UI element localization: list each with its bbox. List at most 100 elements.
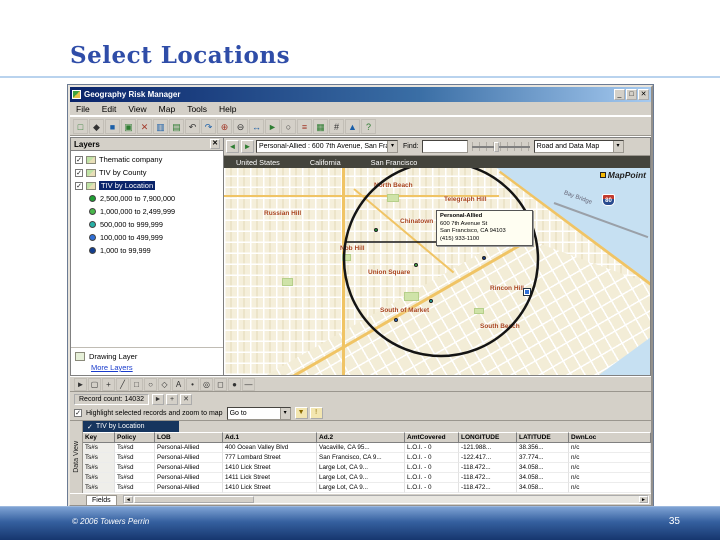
app-icon bbox=[72, 90, 81, 99]
line-icon[interactable]: ╱ bbox=[116, 377, 129, 391]
layer-item-tiv-by-location[interactable]: TIV by Location bbox=[71, 179, 223, 192]
checkbox-icon[interactable] bbox=[75, 168, 83, 177]
close-icon[interactable]: ✕ bbox=[210, 139, 220, 149]
scroll-left-icon[interactable] bbox=[123, 496, 133, 503]
menu-item[interactable]: Edit bbox=[96, 104, 123, 114]
zoom-in-icon[interactable]: ⊕ bbox=[217, 118, 232, 134]
menu-item[interactable]: Map bbox=[153, 104, 182, 114]
column-header[interactable]: LONGITUDE bbox=[459, 432, 517, 443]
paste-icon[interactable]: ▤ bbox=[169, 118, 184, 134]
chart-icon[interactable]: ▲ bbox=[345, 118, 360, 134]
undo-icon[interactable]: ↶ bbox=[185, 118, 200, 134]
find-input[interactable] bbox=[421, 140, 468, 153]
radius-icon[interactable]: ◎ bbox=[200, 377, 213, 391]
zoom-slider[interactable] bbox=[470, 140, 532, 153]
filter-icon[interactable]: ▼ bbox=[294, 407, 308, 419]
table-row[interactable]: Ts#s Ts#sd Personal-Allied 1411 Lick Street… bbox=[83, 473, 651, 483]
pan-hand-icon[interactable]: + bbox=[102, 377, 115, 391]
chevron-down-icon[interactable]: ▾ bbox=[612, 141, 623, 152]
menu-item[interactable]: View bbox=[122, 104, 152, 114]
cut-icon[interactable]: ✕ bbox=[137, 118, 152, 134]
more-layers-link[interactable]: More Layers bbox=[75, 363, 219, 372]
measure-icon[interactable]: — bbox=[242, 377, 255, 391]
copy-icon[interactable]: ▥ bbox=[153, 118, 168, 134]
menu-item[interactable]: Tools bbox=[181, 104, 213, 114]
map-icon[interactable]: ▦ bbox=[313, 118, 328, 134]
breadcrumb-item[interactable]: California bbox=[310, 158, 341, 167]
breadcrumb-item[interactable]: San Francisco bbox=[371, 158, 418, 167]
map-style-dropdown[interactable]: Road and Data Map ▾ bbox=[533, 140, 624, 153]
table-cell: Personal-Allied bbox=[155, 443, 223, 453]
chevron-down-icon[interactable]: ▾ bbox=[387, 141, 397, 152]
pan-icon[interactable]: ↔ bbox=[249, 118, 264, 134]
zoom-rect-icon[interactable]: ▢ bbox=[88, 377, 101, 391]
horizontal-scrollbar[interactable] bbox=[122, 495, 649, 504]
back-icon[interactable]: ◄ bbox=[226, 140, 239, 153]
address-dropdown[interactable]: Personal-Allied : 600 7th Avenue, San Fr… bbox=[256, 140, 398, 153]
zoom-out-icon[interactable]: ⊖ bbox=[233, 118, 248, 134]
eraser-icon[interactable]: ◻ bbox=[214, 377, 227, 391]
prev-record-icon[interactable]: ► bbox=[152, 393, 164, 405]
color-icon[interactable]: ● bbox=[228, 377, 241, 391]
column-header[interactable]: Key bbox=[83, 432, 115, 443]
table-row[interactable]: Ts#s Ts#sd Personal-Allied 777 Lombard Stre… bbox=[83, 453, 651, 463]
layer-item-thematic-company[interactable]: Thematic company bbox=[71, 153, 223, 166]
chevron-down-icon[interactable]: ▾ bbox=[279, 407, 290, 419]
pushpin-icon[interactable]: • bbox=[186, 377, 199, 391]
add-record-icon[interactable]: + bbox=[166, 393, 178, 405]
goto-dropdown[interactable]: Go to ▾ bbox=[226, 406, 291, 420]
column-header[interactable]: Policy bbox=[115, 432, 155, 443]
column-header[interactable]: DwnLoc bbox=[569, 432, 651, 443]
select-arrow-icon[interactable]: ► bbox=[74, 377, 87, 391]
table-row[interactable]: Ts#s Ts#sd Personal-Allied 1410 Lick Street… bbox=[83, 483, 651, 493]
callout-city: San Francisco, CA 94103 bbox=[440, 228, 506, 235]
new-map-icon[interactable]: □ bbox=[73, 118, 88, 134]
redo-icon[interactable]: ↷ bbox=[201, 118, 216, 134]
table-tab-tiv-by-location[interactable]: TIV by Location bbox=[83, 421, 179, 432]
maximize-button[interactable]: □ bbox=[626, 89, 637, 100]
find-icon[interactable]: ○ bbox=[281, 118, 296, 134]
zoom-slider-thumb[interactable] bbox=[493, 142, 499, 152]
open-icon[interactable]: ◆ bbox=[89, 118, 104, 134]
polygon-icon[interactable]: ◇ bbox=[158, 377, 171, 391]
table-cell: L.O.I. - 0 bbox=[405, 463, 459, 473]
highlight-checkbox[interactable] bbox=[74, 409, 82, 417]
table-icon[interactable]: # bbox=[329, 118, 344, 134]
save-icon[interactable]: ■ bbox=[105, 118, 120, 134]
flag-icon[interactable]: ! bbox=[309, 407, 323, 419]
print-icon[interactable]: ▣ bbox=[121, 118, 136, 134]
text-icon[interactable]: A bbox=[172, 377, 185, 391]
table-row[interactable]: Ts#s Ts#sd Personal-Allied 1410 Lick Street… bbox=[83, 463, 651, 473]
column-header[interactable]: LATITUDE bbox=[517, 432, 569, 443]
data-view-tab[interactable]: Data View bbox=[70, 421, 83, 493]
map-canvas[interactable]: Bay Bridge 80 MapPoint Russian Hill Nort… bbox=[224, 168, 650, 375]
table-row[interactable]: Ts#s Ts#sd Personal-Allied 400 Ocean Valley… bbox=[83, 443, 651, 453]
close-button[interactable]: ✕ bbox=[638, 89, 649, 100]
layer-item-tiv-by-county[interactable]: TIV by County bbox=[71, 166, 223, 179]
table-cell: Ts#s bbox=[83, 473, 115, 483]
fields-tab[interactable]: Fields bbox=[86, 494, 117, 505]
forward-icon[interactable]: ► bbox=[241, 140, 254, 153]
ellipse-icon[interactable]: ○ bbox=[144, 377, 157, 391]
minimize-button[interactable]: _ bbox=[614, 89, 625, 100]
record-count: Record count: 14032 bbox=[74, 393, 149, 405]
menu-item[interactable]: File bbox=[70, 104, 96, 114]
delete-record-icon[interactable]: ✕ bbox=[180, 393, 192, 405]
column-header[interactable]: Ad.1 bbox=[223, 432, 317, 443]
checkbox-icon[interactable] bbox=[75, 181, 83, 190]
select-icon[interactable]: ► bbox=[265, 118, 280, 134]
column-header[interactable]: AmtCovered bbox=[405, 432, 459, 443]
window-titlebar[interactable]: Geography Risk Manager _ □ ✕ bbox=[70, 87, 651, 102]
help-icon[interactable]: ? bbox=[361, 118, 376, 134]
menu-item[interactable]: Help bbox=[213, 104, 242, 114]
scrollbar-thumb[interactable] bbox=[133, 496, 254, 503]
scroll-right-icon[interactable] bbox=[639, 496, 648, 503]
checkbox-icon[interactable] bbox=[75, 155, 83, 164]
rectangle-icon[interactable]: □ bbox=[130, 377, 143, 391]
table-cell: Ts#sd bbox=[115, 453, 155, 463]
column-header[interactable]: Ad.2 bbox=[317, 432, 405, 443]
drawing-layer-item[interactable]: Drawing Layer bbox=[75, 350, 219, 363]
column-header[interactable]: LOB bbox=[155, 432, 223, 443]
breadcrumb-item[interactable]: United States bbox=[236, 158, 280, 167]
layers-icon[interactable]: ≡ bbox=[297, 118, 312, 134]
